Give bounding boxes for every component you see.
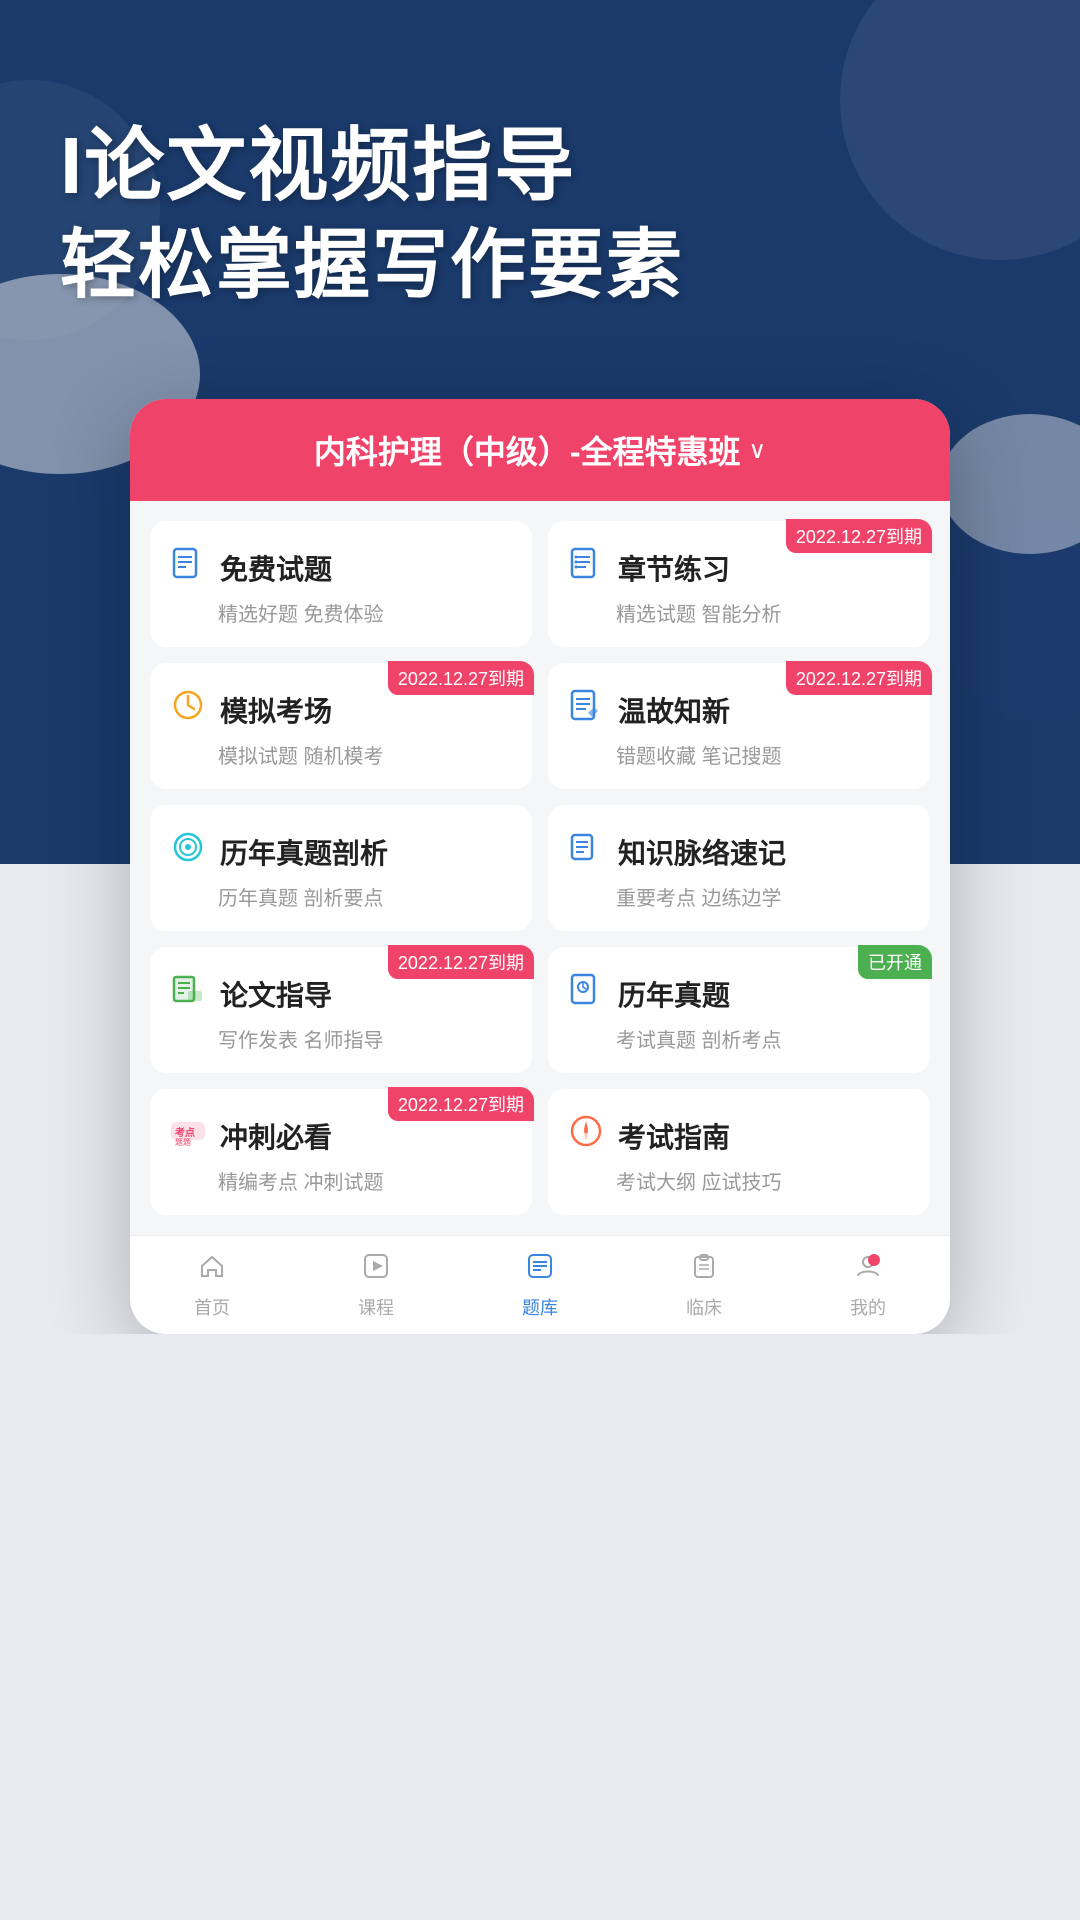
card-sprint[interactable]: 2022.12.27到期 考点 题题 冲刺必看 <box>150 1089 532 1215</box>
free-questions-title: 免费试题 <box>220 548 332 588</box>
nav-question-bank[interactable]: 题库 <box>458 1236 622 1334</box>
bottom-nav: 首页 课程 <box>130 1235 950 1334</box>
card-past-analysis[interactable]: 历年真题剖析 历年真题 剖析要点 <box>150 805 532 931</box>
course-title: 内科护理（中级）-全程特惠班 <box>314 427 741 473</box>
nav-home-label: 首页 <box>194 1294 230 1320</box>
past-papers-subtitle: 考试真题 剖析考点 <box>616 1024 910 1053</box>
past-papers-title: 历年真题 <box>618 974 730 1014</box>
course-header[interactable]: 内科护理（中级）-全程特惠班 ∨ <box>130 399 950 501</box>
cards-grid: 免费试题 精选好题 免费体验 2022.12.27到期 <box>150 521 930 1215</box>
expiry-badge: 2022.12.27到期 <box>388 1087 534 1121</box>
doc-icon <box>170 545 206 590</box>
review-new-subtitle: 错题收藏 笔记搜题 <box>616 740 910 769</box>
card-exam-guide[interactable]: 考试指南 考试大纲 应试技巧 <box>548 1089 930 1215</box>
list-icon <box>568 545 604 590</box>
past-analysis-subtitle: 历年真题 剖析要点 <box>218 882 512 911</box>
nav-home[interactable]: 首页 <box>130 1236 294 1334</box>
knowledge-icon <box>568 829 604 874</box>
card-chapter-practice[interactable]: 2022.12.27到期 <box>548 521 930 647</box>
card-mock-exam[interactable]: 2022.12.27到期 模拟考场 <box>150 663 532 789</box>
headline-line2: 轻松掌握写作要素 <box>60 222 1020 309</box>
card-past-papers[interactable]: 已开通 历年真题 <box>548 947 930 1073</box>
play-icon <box>362 1252 390 1288</box>
mock-exam-subtitle: 模拟试题 随机模考 <box>218 740 512 769</box>
exam-guide-subtitle: 考试大纲 应试技巧 <box>616 1166 910 1195</box>
expiry-badge: 2022.12.27到期 <box>786 661 932 695</box>
tablet-frame: 内科护理（中级）-全程特惠班 ∨ <box>130 399 950 1334</box>
exam-guide-title: 考试指南 <box>618 1116 730 1156</box>
chevron-down-icon: ∨ <box>749 436 767 465</box>
sprint-title: 冲刺必看 <box>220 1116 332 1156</box>
paper-guidance-subtitle: 写作发表 名师指导 <box>218 1024 512 1053</box>
nav-question-bank-label: 题库 <box>522 1294 558 1320</box>
knowledge-map-subtitle: 重要考点 边练边学 <box>616 882 910 911</box>
chapter-practice-subtitle: 精选试题 智能分析 <box>616 598 910 627</box>
knowledge-map-title: 知识脉络速记 <box>618 832 786 872</box>
compass-icon <box>568 1113 604 1158</box>
free-questions-subtitle: 精选好题 免费体验 <box>218 598 512 627</box>
home-icon <box>198 1252 226 1288</box>
svg-text:题题: 题题 <box>175 1138 191 1147</box>
chapter-practice-title: 章节练习 <box>618 548 730 588</box>
card-knowledge-map[interactable]: 知识脉络速记 重要考点 边练边学 <box>548 805 930 931</box>
expiry-badge: 2022.12.27到期 <box>786 519 932 553</box>
card-review-new[interactable]: 2022.12.27到期 <box>548 663 930 789</box>
card-paper-guidance[interactable]: 2022.12.27到期 <box>150 947 532 1073</box>
open-badge: 已开通 <box>858 945 932 979</box>
nav-clinical[interactable]: 临床 <box>622 1236 786 1334</box>
header-section: I论文视频指导 轻松掌握写作要素 <box>0 0 1080 369</box>
headline-line1: I论文视频指导 <box>60 120 1020 212</box>
target-icon <box>170 829 206 874</box>
nav-course-label: 课程 <box>358 1294 394 1320</box>
history-icon <box>568 971 604 1016</box>
hotpoint-icon: 考点 题题 <box>170 1113 206 1158</box>
nav-mine-label: 我的 <box>850 1294 886 1320</box>
past-analysis-title: 历年真题剖析 <box>220 832 388 872</box>
questions-icon <box>526 1252 554 1288</box>
clock-icon <box>170 687 206 732</box>
edit-icon <box>568 687 604 732</box>
paper-guidance-title: 论文指导 <box>220 974 332 1014</box>
nav-course[interactable]: 课程 <box>294 1236 458 1334</box>
nav-clinical-label: 临床 <box>686 1294 722 1320</box>
paper-icon <box>170 971 206 1016</box>
card-free-questions[interactable]: 免费试题 精选好题 免费体验 <box>150 521 532 647</box>
sprint-subtitle: 精编考点 冲刺试题 <box>218 1166 512 1195</box>
mock-exam-title: 模拟考场 <box>220 690 332 730</box>
clipboard-icon <box>690 1252 718 1288</box>
user-icon <box>854 1252 882 1288</box>
review-new-title: 温故知新 <box>618 690 730 730</box>
expiry-badge: 2022.12.27到期 <box>388 661 534 695</box>
content-area: 免费试题 精选好题 免费体验 2022.12.27到期 <box>130 501 950 1235</box>
expiry-badge: 2022.12.27到期 <box>388 945 534 979</box>
nav-mine[interactable]: 我的 <box>786 1236 950 1334</box>
